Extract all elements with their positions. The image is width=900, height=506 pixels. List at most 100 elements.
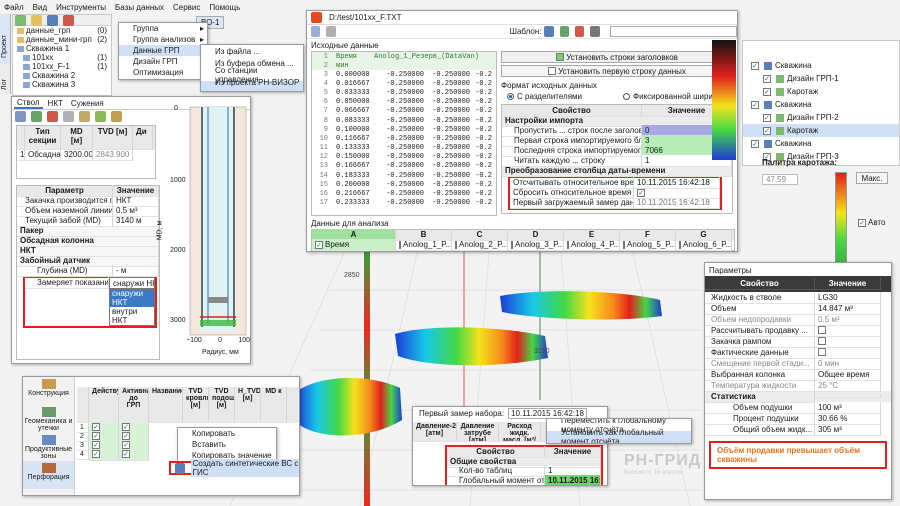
- menu-help[interactable]: Помощь: [209, 3, 240, 12]
- meas-col-header[interactable]: Давление-2 [атм]: [413, 422, 457, 442]
- param-row[interactable]: Выбранная колонка Общее время: [705, 368, 891, 381]
- template-apply-icon[interactable]: [559, 26, 570, 37]
- tree-item[interactable]: 101хх (1): [13, 53, 111, 62]
- perf-col-header[interactable]: MD к: [261, 387, 287, 423]
- side-item[interactable]: Конструкция: [23, 377, 74, 405]
- menu-databases[interactable]: Базы данных: [115, 3, 164, 12]
- chart-icon[interactable]: [95, 110, 106, 122]
- analysis-cell[interactable]: Anolog_4_P...: [564, 239, 620, 251]
- param-row[interactable]: Рассчитывать продавку ...: [705, 324, 891, 337]
- ctx1-item[interactable]: Оптимизация: [119, 67, 207, 78]
- analysis-cell[interactable]: Anolog_2_P...: [452, 239, 508, 251]
- side-tab-log[interactable]: Лог: [0, 64, 11, 94]
- tab-nkt[interactable]: НКТ: [45, 99, 66, 108]
- ctx1-item[interactable]: Группа ▸: [119, 23, 207, 34]
- analysis-check[interactable]: [315, 240, 323, 249]
- param-row[interactable]: Объем 14.847 м³: [705, 302, 891, 315]
- tree-check[interactable]: [763, 74, 771, 83]
- meas-menu-item[interactable]: Установить как глобальный момент отсчёта: [547, 428, 691, 443]
- palette-input[interactable]: 47.59: [762, 174, 798, 185]
- template-delete-icon[interactable]: [575, 26, 585, 37]
- paste-icon[interactable]: [326, 26, 336, 37]
- create-synthetic-button[interactable]: Создать синтетические ВС с ГИС: [169, 459, 299, 477]
- analysis-cell[interactable]: Время: [312, 239, 396, 251]
- tree-item[interactable]: данные_грп (0): [13, 26, 111, 35]
- param-row[interactable]: Температура жидкости 25 °С: [705, 379, 891, 392]
- measure-select[interactable]: снаружи НК: [109, 276, 155, 290]
- tree-item[interactable]: Скважина 3: [13, 80, 111, 89]
- meas-prop-row[interactable]: Глобальный момент отсчёта 10.11.2015 16:…: [447, 475, 601, 485]
- source-data-grid[interactable]: 1 Время Anolog_1_Резерв_(DataVan) 2 мин …: [311, 51, 497, 216]
- option-outside[interactable]: снаружи НКТ: [110, 289, 154, 307]
- template-select[interactable]: [609, 26, 737, 37]
- param-row[interactable]: Жидкость в стволе LG30: [705, 291, 891, 304]
- perf-col-header[interactable]: H_TVD [м]: [235, 387, 261, 423]
- right-tree-item[interactable]: Скважина: [743, 59, 899, 72]
- analysis-check[interactable]: [623, 240, 625, 249]
- paste-icon[interactable]: [79, 110, 90, 122]
- perf-col-header[interactable]: Активна до ГРП: [119, 387, 149, 423]
- close-icon[interactable]: [63, 14, 74, 26]
- casing-table[interactable]: Тип секции MD [м] TVD [м] Ди 1 Обсадна..…: [16, 125, 156, 179]
- tree-item[interactable]: данные_мини-грп (2): [13, 35, 111, 44]
- right-tree-item[interactable]: Скважина: [743, 137, 899, 150]
- analysis-cell[interactable]: Anolog_1_P...: [396, 239, 452, 251]
- perf-menu-item[interactable]: Вставить: [178, 439, 276, 450]
- param-check[interactable]: [818, 326, 826, 335]
- analysis-check[interactable]: [567, 240, 569, 249]
- max-button[interactable]: Макс.: [856, 172, 888, 184]
- template-gear-icon[interactable]: [590, 26, 600, 37]
- copy-icon[interactable]: [311, 26, 321, 37]
- folder-icon[interactable]: [31, 14, 42, 26]
- right-tree-item[interactable]: Дизайн ГРП-2: [743, 111, 899, 124]
- analysis-check[interactable]: [511, 240, 513, 249]
- ctx2-item[interactable]: Из проекта РН-ВИЗОР ...: [201, 78, 303, 91]
- active-check[interactable]: [92, 450, 100, 459]
- menu-view[interactable]: Вид: [33, 3, 47, 12]
- delete-row-icon[interactable]: [47, 110, 58, 122]
- tree-item[interactable]: Скважина 1: [13, 44, 111, 53]
- param-check[interactable]: [818, 348, 826, 357]
- right-tree-item[interactable]: Каротаж: [743, 85, 899, 98]
- perf-col-header[interactable]: Действует: [89, 387, 119, 423]
- first-row-button[interactable]: Установить первую строку данных: [501, 65, 733, 77]
- option-inside[interactable]: внутри НКТ: [110, 307, 154, 325]
- radio-fixed[interactable]: Фиксированной ширины: [623, 92, 723, 101]
- right-tree-item[interactable]: Скважина: [743, 98, 899, 111]
- perf-col-header[interactable]: TVD кровли [м]: [183, 387, 209, 423]
- perf-col-header[interactable]: Название: [149, 387, 183, 423]
- tab-narrowing[interactable]: Сужения: [68, 99, 107, 108]
- tree-check[interactable]: [763, 113, 771, 122]
- analysis-cell[interactable]: Anolog_6_P...: [676, 239, 732, 251]
- right-tree-item[interactable]: Дизайн ГРП-1: [743, 72, 899, 85]
- radio-delimited[interactable]: С разделителями: [507, 92, 582, 101]
- tree-check[interactable]: [751, 61, 759, 70]
- tree-item[interactable]: Скважина 2: [13, 71, 111, 80]
- depth-row[interactable]: Глубина (MD) - м: [17, 265, 159, 277]
- reset-time-check[interactable]: [637, 188, 645, 197]
- ctx1-item[interactable]: Данные ГРП ▸: [119, 45, 207, 56]
- tab-stvol[interactable]: Ствол: [14, 98, 43, 109]
- menu-tools[interactable]: Инструменты: [56, 3, 106, 12]
- side-tab-project[interactable]: Проект: [0, 14, 11, 64]
- analysis-check[interactable]: [399, 240, 401, 249]
- palette-bar[interactable]: [835, 172, 847, 264]
- grid-icon[interactable]: [15, 110, 26, 122]
- analysis-check[interactable]: [679, 240, 681, 249]
- param-row[interactable]: Объем подушки 100 м³: [705, 401, 891, 414]
- analysis-cell[interactable]: Anolog_3_P...: [508, 239, 564, 251]
- param-row[interactable]: Статистика: [705, 390, 891, 403]
- measure-row[interactable]: Замеряет показания снаружи НК: [25, 276, 155, 290]
- casing-row-1[interactable]: 1 Обсадна... 3200.000 2843.900: [17, 149, 155, 161]
- ctx2-item[interactable]: Из файла ...: [201, 45, 303, 57]
- set-header-button[interactable]: Установить строки заголовков: [501, 51, 733, 63]
- meas-col-header[interactable]: Давление затрубе [атм]: [457, 422, 499, 442]
- param-row[interactable]: Общий объем жидк... 305 м³: [705, 423, 891, 436]
- param-check[interactable]: [818, 337, 826, 346]
- tree-check[interactable]: [763, 87, 771, 96]
- meas-col-header[interactable]: Расход жидк. масл. [м³/мин]: [499, 422, 541, 442]
- param-row[interactable]: Фактические данные: [705, 346, 891, 359]
- param-row[interactable]: Объем недопродавки 0.5 м³: [705, 313, 891, 326]
- copy-icon[interactable]: [63, 110, 74, 122]
- tree-check[interactable]: [751, 139, 759, 148]
